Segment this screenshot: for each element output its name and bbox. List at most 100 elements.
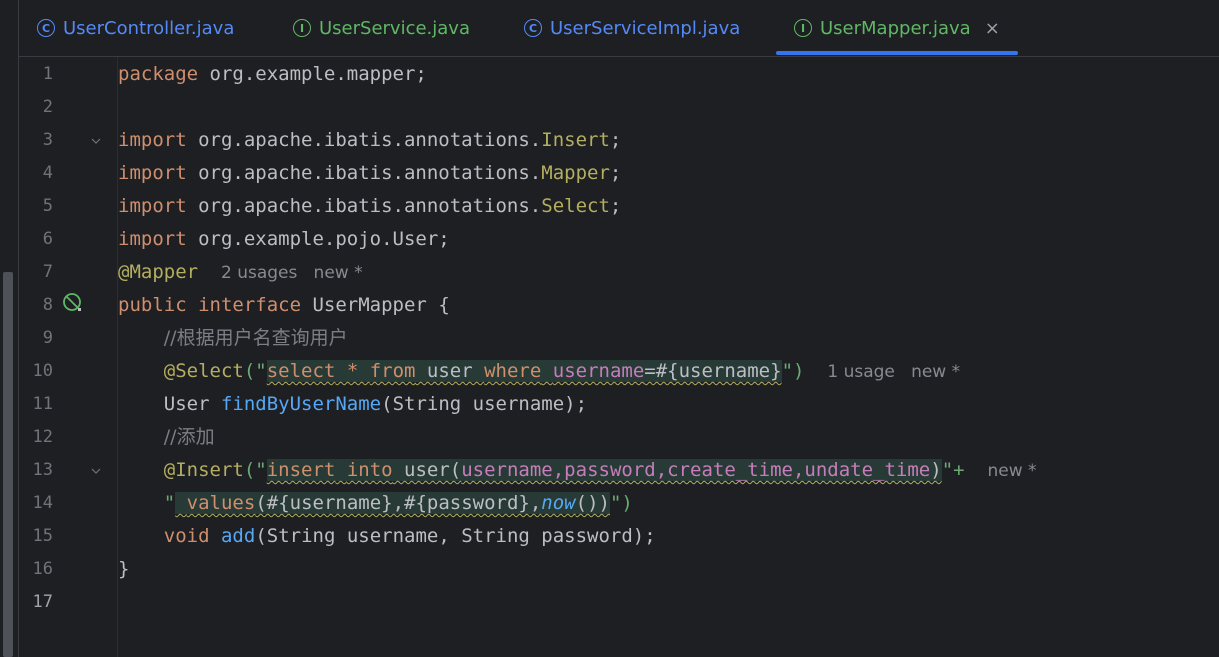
code-line-3: import org.apache.ibatis.annotations.Ins… — [118, 124, 621, 157]
token: " — [163, 492, 176, 514]
token: User — [163, 393, 221, 415]
line-number: 17 — [32, 592, 53, 612]
left-scrollbar[interactable] — [3, 272, 13, 657]
class-c-icon: C — [524, 19, 542, 37]
editor-tab-bar: C UserController.java I UserService.java… — [19, 0, 1219, 57]
line-number: 14 — [32, 493, 53, 513]
line-number-gutter: 1 2 3 4 5 6 7 8 9 10 11 12 13 14 15 16 1… — [19, 57, 118, 657]
token: findByUserName — [220, 393, 382, 415]
fold-chevron-icon[interactable] — [91, 466, 101, 476]
code-line-10: @Select("select * from user where userna… — [118, 355, 960, 388]
code-line-8: public interface UserMapper { — [118, 289, 450, 322]
interface-i-icon: I — [293, 19, 311, 37]
line-number: 11 — [32, 394, 53, 414]
token: import — [118, 129, 187, 151]
interface-i-icon: I — [794, 19, 812, 37]
token: @Mapper — [118, 261, 199, 283]
token: org.example.mapper; — [198, 63, 427, 85]
token: select — [266, 360, 336, 382]
line-number: 15 — [32, 526, 53, 546]
code-editor[interactable]: package org.example.mapper; import org.a… — [118, 57, 1219, 657]
code-line-16: } — [118, 553, 129, 586]
token: values — [186, 492, 256, 514]
line-number: 2 — [42, 97, 53, 117]
code-line-12: //添加 — [118, 421, 215, 454]
token: (" — [243, 459, 267, 481]
line-number: 13 — [32, 460, 53, 480]
code-line-14: " values(#{username},#{password},now())"… — [118, 487, 633, 520]
code-line-11: User findByUserName(String username); — [118, 388, 587, 421]
token: @Insert — [163, 459, 244, 481]
line-number: 5 — [42, 196, 53, 216]
tab-label: UserController.java — [63, 17, 235, 39]
token: into — [346, 459, 393, 481]
token: ) — [930, 459, 942, 481]
tab-label: UserServiceImpl.java — [550, 17, 741, 39]
usage-hint[interactable]: 2 usages new * — [221, 263, 363, 283]
token: now — [541, 492, 576, 514]
line-number: 10 — [32, 361, 53, 381]
token: public — [118, 294, 187, 316]
line-number: 8 — [42, 295, 53, 315]
token: org.example.pojo.User; — [186, 228, 450, 250]
sql-injection: values(#{username},#{password},now()) — [175, 492, 610, 514]
token: } — [118, 558, 130, 580]
token: ") — [609, 492, 633, 514]
token: add — [220, 525, 256, 547]
tab-usercontroller[interactable]: C UserController.java — [37, 0, 234, 56]
code-line-4: import org.apache.ibatis.annotations.Map… — [118, 157, 621, 190]
token: username — [552, 360, 645, 382]
code-line-1: package org.example.mapper; — [118, 58, 427, 91]
token: where — [484, 360, 542, 382]
comment: //根据用户名查询用户 — [163, 327, 348, 349]
code-line-9: //根据用户名查询用户 — [118, 322, 348, 355]
token: ; — [609, 129, 622, 151]
token: Mapper — [541, 162, 610, 184]
token: org.apache.ibatis.annotations. — [186, 129, 542, 151]
token: "+ — [941, 459, 965, 481]
token: user( — [392, 459, 462, 481]
token: void — [163, 525, 210, 547]
token: (#{username},#{password}, — [255, 492, 542, 514]
comment: //添加 — [163, 426, 215, 448]
token: username,password,create_time,undate_tim… — [461, 459, 931, 481]
token: import — [118, 195, 187, 217]
usage-hint[interactable]: new * — [987, 461, 1036, 481]
fold-chevron-icon[interactable] — [91, 136, 101, 146]
line-number: 4 — [42, 163, 53, 183]
tab-usermapper[interactable]: I UserMapper.java × — [794, 0, 1000, 56]
token: (" — [243, 360, 267, 382]
line-number: 9 — [42, 328, 53, 348]
tab-userserviceimpl[interactable]: C UserServiceImpl.java — [524, 0, 740, 56]
close-icon[interactable]: × — [985, 18, 1000, 39]
line-number: 1 — [42, 64, 53, 84]
token: * — [335, 360, 370, 382]
token: org.apache.ibatis.annotations. — [186, 195, 542, 217]
code-line-13: @Insert("insert into user(username,passw… — [118, 454, 1037, 487]
token: (String username, String password); — [255, 525, 656, 547]
tab-userservice[interactable]: I UserService.java — [293, 0, 470, 56]
token: Insert — [541, 129, 610, 151]
sql-injection: insert into user(username,password,creat… — [266, 459, 942, 481]
token: from — [369, 360, 416, 382]
active-tab-indicator — [776, 51, 1018, 55]
spring-bean-icon[interactable] — [62, 292, 82, 312]
token: interface — [198, 294, 302, 316]
token: org.apache.ibatis.annotations. — [186, 162, 542, 184]
tab-label: UserMapper.java — [820, 17, 971, 39]
token: ; — [609, 162, 622, 184]
line-number: 3 — [42, 130, 53, 150]
usage-hint[interactable]: 1 usage new * — [827, 362, 960, 382]
code-line-15: void add(String username, String passwor… — [118, 520, 656, 553]
class-c-icon: C — [37, 19, 55, 37]
token: import — [118, 228, 187, 250]
code-line-7: @Mapper 2 usages new * — [118, 256, 363, 289]
line-number: 12 — [32, 427, 53, 447]
token: import — [118, 162, 187, 184]
token: insert — [266, 459, 336, 481]
sql-injection: select * from user where username=#{user… — [266, 360, 782, 382]
code-line-6: import org.example.pojo.User; — [118, 223, 450, 256]
